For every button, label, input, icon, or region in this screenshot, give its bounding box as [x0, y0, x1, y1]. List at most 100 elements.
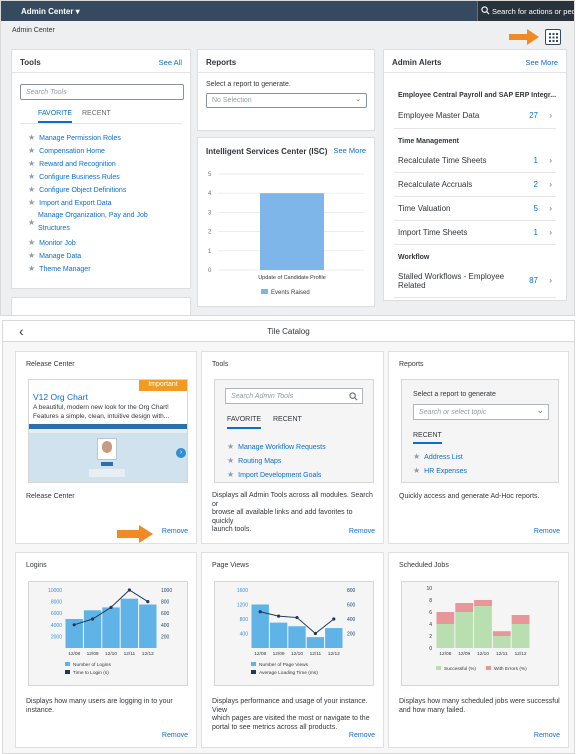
list-item[interactable]: ★ Compensation Home — [28, 146, 105, 155]
legend-swatch — [65, 662, 70, 666]
admin-center-menu[interactable]: Admin Center ▾ — [21, 7, 80, 16]
divider — [198, 72, 374, 73]
alert-row-stalled-workflows[interactable]: Stalled Workflows - Employee 87 › Related — [398, 272, 552, 290]
tools-see-all-link[interactable]: See All — [159, 58, 182, 67]
y-left-tick-label: 1200 — [237, 603, 248, 609]
list-item-label[interactable]: Manage Organization, Pay and Job — [38, 212, 148, 219]
star-icon: ★ — [28, 133, 36, 142]
divider — [394, 244, 556, 245]
star-icon: ★ — [28, 146, 36, 155]
list-item[interactable]: ★ Manage Data — [28, 251, 81, 260]
y-left-tick-label: 4000 — [51, 623, 62, 629]
carousel-next-icon[interactable]: › — [176, 448, 186, 458]
list-item[interactable]: ★ Address List — [413, 452, 463, 461]
list-item-label: Monitor Job — [39, 240, 76, 247]
remove-link[interactable]: Remove — [349, 528, 375, 535]
alert-row-time-valuation[interactable]: Time Valuation 5 › — [398, 204, 552, 213]
x-tick-label: 12/09 — [273, 651, 285, 657]
tile-reports[interactable]: Reports Select a report to generate Sear… — [388, 351, 569, 544]
star-icon: ★ — [413, 466, 421, 475]
tile-tools[interactable]: Tools Search Admin Tools FAVORITE RECENT… — [201, 351, 384, 544]
release-headline[interactable]: V12 Org Chart — [33, 392, 88, 402]
tile-release-center[interactable]: Release Center Important V12 Org Chart A… — [15, 351, 197, 544]
isc-see-more-link[interactable]: See More — [333, 146, 366, 155]
tile-page-views[interactable]: Page Views 1600 1200 800 400 800 600 400 200 12/… — [201, 552, 384, 748]
bar-errors — [492, 631, 511, 636]
global-search[interactable]: Search for actions or peo... — [477, 1, 574, 21]
y-left-tick-label: 10000 — [48, 588, 62, 594]
tile-title: Release Center — [26, 361, 75, 368]
alert-label: Employee Master Data — [398, 111, 480, 120]
star-icon: ★ — [28, 264, 36, 273]
tab-favorite[interactable]: FAVORITE — [227, 416, 262, 429]
list-item[interactable]: ★ Import and Export Data — [28, 198, 112, 207]
list-item[interactable]: ★ Manage Workflow Requests — [227, 442, 326, 451]
tile-description: Release Center — [26, 493, 75, 500]
y-left-tick-label: 400 — [240, 632, 249, 638]
remove-link[interactable]: Remove — [534, 732, 560, 739]
remove-link[interactable]: Remove — [349, 732, 375, 739]
tile-description: Displays performance and usage of your i… — [212, 698, 370, 731]
reports-recent-tab[interactable]: RECENT — [413, 432, 442, 444]
search-icon — [481, 6, 490, 17]
list-item-label[interactable]: Structures — [38, 225, 70, 232]
alert-count: 2 — [533, 180, 538, 189]
list-item-label: Import and Export Data — [39, 200, 112, 207]
tile-catalog-title: Tile Catalog — [267, 327, 310, 336]
bar-errors — [511, 615, 530, 624]
tab-recent[interactable]: RECENT — [82, 110, 111, 117]
tile-scheduled-jobs[interactable]: Scheduled Jobs 10 8 6 4 2 0 12/08 12/09 12/10 12/… — [388, 552, 569, 748]
bar-successful — [474, 606, 492, 648]
alert-row-recalculate-time-sheets[interactable]: Recalculate Time Sheets 1 › — [398, 156, 552, 165]
line-point — [91, 617, 95, 621]
tools-search-input[interactable]: Search Tools — [20, 84, 184, 100]
tools-card: Tools See All Search Tools FAVORITE RECE… — [11, 49, 191, 289]
bar — [102, 607, 120, 648]
list-item[interactable]: ★ Monitor Job — [28, 238, 76, 247]
bar — [306, 637, 325, 648]
list-item[interactable]: ★ Manage Permission Roles — [28, 133, 121, 142]
report-select[interactable]: No Selection ⌄ — [206, 93, 367, 108]
list-item[interactable]: ★ Configure Object Definitions — [28, 185, 126, 194]
select-placeholder: Search or select topic — [419, 409, 487, 416]
report-topic-select[interactable]: Search or select topic ⌄ — [413, 404, 549, 420]
alert-label: Recalculate Time Sheets — [398, 156, 487, 165]
alert-section-workflow: Workflow — [398, 254, 430, 261]
tile-logins[interactable]: Logins 10000 8000 6000 4000 2000 1000 800 600 40… — [15, 552, 197, 748]
remove-link[interactable]: Remove — [162, 732, 188, 739]
star-icon: ★ — [227, 470, 235, 479]
star-icon: ★ — [227, 456, 235, 465]
tile-title: Page Views — [212, 562, 249, 569]
legend-swatch — [251, 670, 256, 674]
list-item[interactable]: ★ Configure Business Rules — [28, 172, 120, 181]
admin-tools-search-input[interactable]: Search Admin Tools — [225, 388, 363, 404]
alert-row-import-time-sheets[interactable]: Import Time Sheets 1 › — [398, 228, 552, 237]
list-item-label: Manage Permission Roles — [39, 135, 121, 142]
alerts-see-more-link[interactable]: See More — [525, 58, 558, 67]
legend-label: Number of Page Views — [259, 662, 309, 668]
alert-row-employee-master-data[interactable]: Employee Master Data 27 › — [398, 111, 552, 120]
legend-swatch — [251, 662, 256, 666]
alert-section-time: Time Management — [398, 138, 459, 145]
list-item[interactable]: ★ Routing Maps — [227, 456, 281, 465]
tab-favorite[interactable]: FAVORITE — [38, 110, 73, 123]
chevron-right-icon: › — [549, 156, 552, 165]
divider — [394, 128, 556, 129]
list-item[interactable]: ★ Import Development Goals — [227, 470, 321, 479]
tile-title: Scheduled Jobs — [399, 562, 449, 569]
legend-swatch — [65, 670, 70, 674]
alert-label: Recalculate Accruals — [398, 180, 473, 189]
remove-link[interactable]: Remove — [534, 528, 560, 535]
bar-successful — [511, 624, 530, 648]
tile-catalog-button[interactable] — [545, 29, 561, 45]
list-item[interactable]: ★ Theme Manager — [28, 264, 91, 273]
remove-link[interactable]: Remove — [162, 528, 188, 535]
y-right-tick-label: 800 — [347, 588, 356, 594]
alert-row-recalculate-accruals[interactable]: Recalculate Accruals 2 › — [398, 180, 552, 189]
list-item[interactable]: ★ HR Expenses — [413, 466, 467, 475]
tab-recent[interactable]: RECENT — [273, 416, 302, 423]
list-item-label: Configure Object Definitions — [39, 187, 127, 194]
isc-chart: 0 1 2 3 4 5 Update of Candidate Profile Events … — [208, 172, 364, 296]
list-item[interactable]: ★ Reward and Recognition — [28, 159, 116, 168]
important-badge: Important — [139, 380, 187, 391]
